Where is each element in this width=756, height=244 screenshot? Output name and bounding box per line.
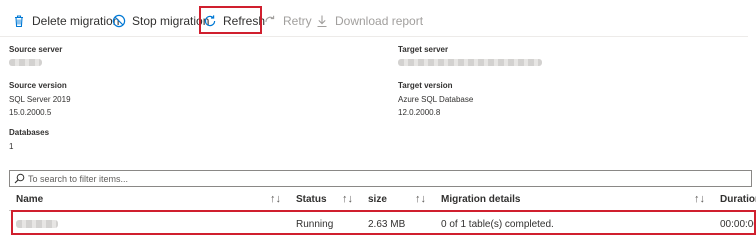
target-version-label: Target version <box>398 81 453 90</box>
search-icon <box>14 173 25 184</box>
retry-button[interactable]: Retry <box>263 8 312 34</box>
column-header-status[interactable]: Status <box>296 194 327 205</box>
column-header-size[interactable]: size <box>368 194 387 205</box>
source-server-value-redacted <box>9 59 42 66</box>
source-version-name: SQL Server 2019 <box>9 95 71 104</box>
row-highlight-box <box>11 210 756 235</box>
databases-label: Databases <box>9 128 50 137</box>
filter-box <box>9 170 752 187</box>
delete-migration-button[interactable]: Delete migration <box>12 8 119 34</box>
sort-status-icon[interactable]: ↑↓ <box>342 193 353 205</box>
stop-circle-icon <box>112 14 126 28</box>
retry-label: Retry <box>283 14 312 28</box>
sort-name-icon[interactable]: ↑↓ <box>270 193 281 205</box>
source-version-number: 15.0.2000.5 <box>9 108 52 117</box>
source-server-label: Source server <box>9 45 63 54</box>
target-version-name: Azure SQL Database <box>398 95 474 104</box>
sort-migration-details-icon[interactable]: ↑↓ <box>694 193 705 205</box>
trash-icon <box>15 15 23 28</box>
column-header-name[interactable]: Name <box>16 194 43 205</box>
download-report-button[interactable]: Download report <box>315 8 423 34</box>
command-bar: Delete migration Stop migration Refresh … <box>0 0 756 40</box>
sort-size-icon[interactable]: ↑↓ <box>415 193 426 205</box>
toolbar-divider <box>0 36 748 37</box>
download-report-label: Download report <box>335 14 424 28</box>
target-server-value-redacted <box>398 59 542 66</box>
column-header-migration-details[interactable]: Migration details <box>441 194 520 205</box>
target-server-label: Target server <box>398 45 449 54</box>
download-icon <box>317 15 327 28</box>
column-header-duration[interactable]: Duration <box>720 194 756 205</box>
refresh-highlight-box <box>199 6 262 34</box>
source-version-label: Source version <box>9 81 67 90</box>
delete-migration-label: Delete migration <box>32 14 120 28</box>
retry-icon <box>265 15 275 23</box>
stop-migration-label: Stop migration <box>132 14 210 28</box>
databases-count: 1 <box>9 142 14 151</box>
target-version-number: 12.0.2000.8 <box>398 108 441 117</box>
stop-migration-button[interactable]: Stop migration <box>112 8 209 34</box>
filter-input[interactable] <box>28 173 628 184</box>
